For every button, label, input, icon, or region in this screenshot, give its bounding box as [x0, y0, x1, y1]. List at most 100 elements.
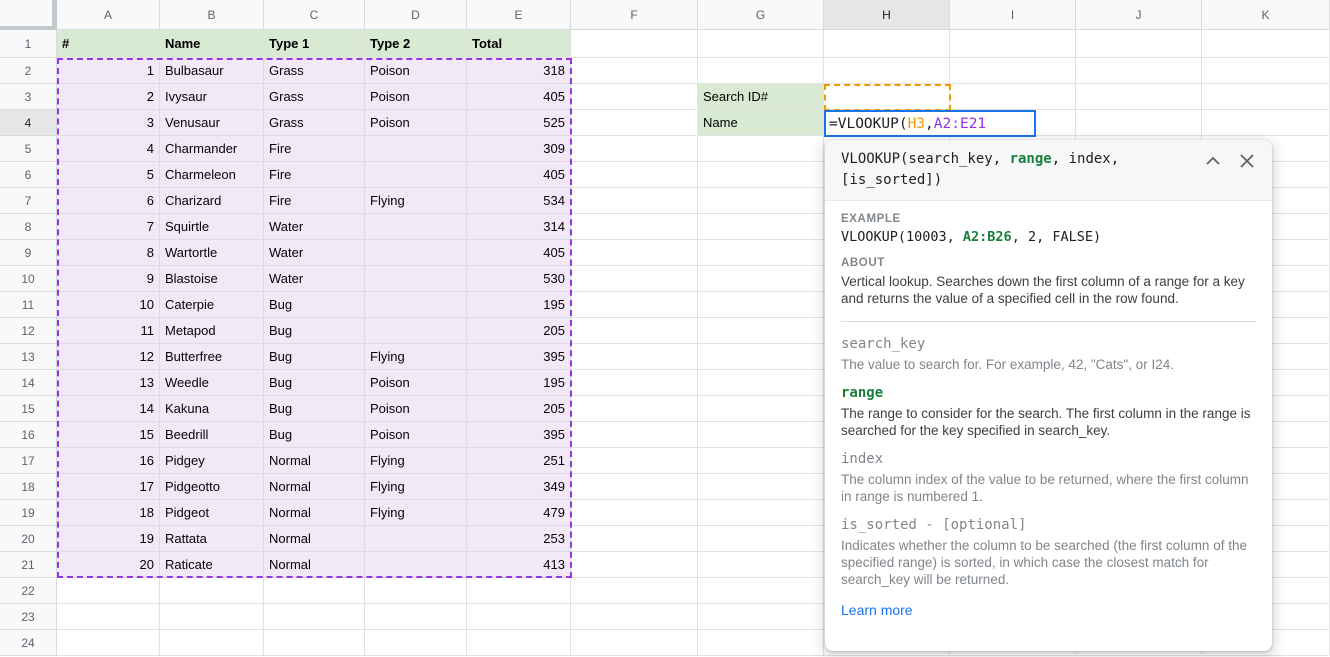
column-header-C[interactable]: C	[264, 0, 365, 30]
cell-F24[interactable]	[571, 630, 698, 656]
column-header-H[interactable]: H	[824, 0, 950, 30]
cell-J4[interactable]	[1076, 110, 1202, 136]
cell-C10[interactable]: Water	[264, 266, 365, 292]
cell-A12[interactable]: 11	[57, 318, 160, 344]
cell-J3[interactable]	[1076, 84, 1202, 110]
cell-B3[interactable]: Ivysaur	[160, 84, 264, 110]
row-header-19[interactable]: 19	[0, 500, 57, 526]
cell-F18[interactable]	[571, 474, 698, 500]
cell-E24[interactable]	[467, 630, 571, 656]
cell-D10[interactable]	[365, 266, 467, 292]
cell-D19[interactable]: Flying	[365, 500, 467, 526]
cell-D22[interactable]	[365, 578, 467, 604]
cell-F8[interactable]	[571, 214, 698, 240]
cell-A5[interactable]: 4	[57, 136, 160, 162]
cell-C9[interactable]: Water	[264, 240, 365, 266]
cell-G13[interactable]	[698, 344, 824, 370]
select-all-corner[interactable]	[0, 0, 57, 30]
cell-A22[interactable]	[57, 578, 160, 604]
cell-D21[interactable]	[365, 552, 467, 578]
cell-F16[interactable]	[571, 422, 698, 448]
formula-editor[interactable]: =VLOOKUP(H3, A2:E21	[824, 110, 1036, 137]
cell-A2[interactable]: 1	[57, 58, 160, 84]
cell-F6[interactable]	[571, 162, 698, 188]
cell-A10[interactable]: 9	[57, 266, 160, 292]
cell-G14[interactable]	[698, 370, 824, 396]
row-header-7[interactable]: 7	[0, 188, 57, 214]
cell-F23[interactable]	[571, 604, 698, 630]
cell-G3[interactable]: Search ID#	[698, 84, 824, 110]
cell-H3[interactable]	[824, 84, 950, 110]
cell-D11[interactable]	[365, 292, 467, 318]
cell-E17[interactable]: 251	[467, 448, 571, 474]
cell-E7[interactable]: 534	[467, 188, 571, 214]
cell-G20[interactable]	[698, 526, 824, 552]
column-header-K[interactable]: K	[1202, 0, 1330, 30]
cell-G18[interactable]	[698, 474, 824, 500]
cell-C24[interactable]	[264, 630, 365, 656]
cell-E10[interactable]: 530	[467, 266, 571, 292]
row-header-13[interactable]: 13	[0, 344, 57, 370]
cell-C1[interactable]: Type 1	[264, 30, 365, 58]
cell-C18[interactable]: Normal	[264, 474, 365, 500]
cell-C22[interactable]	[264, 578, 365, 604]
cell-B11[interactable]: Caterpie	[160, 292, 264, 318]
cell-C15[interactable]: Bug	[264, 396, 365, 422]
cell-E15[interactable]: 205	[467, 396, 571, 422]
cell-A23[interactable]	[57, 604, 160, 630]
cell-F15[interactable]	[571, 396, 698, 422]
cell-A15[interactable]: 14	[57, 396, 160, 422]
cell-G5[interactable]	[698, 136, 824, 162]
cell-E4[interactable]: 525	[467, 110, 571, 136]
cell-E5[interactable]: 309	[467, 136, 571, 162]
cell-A18[interactable]: 17	[57, 474, 160, 500]
cell-F9[interactable]	[571, 240, 698, 266]
cell-B8[interactable]: Squirtle	[160, 214, 264, 240]
cell-E18[interactable]: 349	[467, 474, 571, 500]
cell-G6[interactable]	[698, 162, 824, 188]
cell-C6[interactable]: Fire	[264, 162, 365, 188]
row-header-5[interactable]: 5	[0, 136, 57, 162]
row-header-21[interactable]: 21	[0, 552, 57, 578]
row-header-3[interactable]: 3	[0, 84, 57, 110]
cell-A13[interactable]: 12	[57, 344, 160, 370]
row-header-15[interactable]: 15	[0, 396, 57, 422]
cell-F13[interactable]	[571, 344, 698, 370]
cell-E13[interactable]: 395	[467, 344, 571, 370]
cell-G7[interactable]	[698, 188, 824, 214]
row-header-18[interactable]: 18	[0, 474, 57, 500]
cell-C21[interactable]: Normal	[264, 552, 365, 578]
column-header-F[interactable]: F	[571, 0, 698, 30]
cell-F21[interactable]	[571, 552, 698, 578]
cell-G22[interactable]	[698, 578, 824, 604]
cell-C14[interactable]: Bug	[264, 370, 365, 396]
cell-D3[interactable]: Poison	[365, 84, 467, 110]
cell-B9[interactable]: Wartortle	[160, 240, 264, 266]
cell-C5[interactable]: Fire	[264, 136, 365, 162]
cell-G12[interactable]	[698, 318, 824, 344]
cell-C19[interactable]: Normal	[264, 500, 365, 526]
cell-A8[interactable]: 7	[57, 214, 160, 240]
cell-E11[interactable]: 195	[467, 292, 571, 318]
cell-F7[interactable]	[571, 188, 698, 214]
row-header-4[interactable]: 4	[0, 110, 57, 136]
cell-I2[interactable]	[950, 58, 1076, 84]
cell-A16[interactable]: 15	[57, 422, 160, 448]
cell-A6[interactable]: 5	[57, 162, 160, 188]
cell-A7[interactable]: 6	[57, 188, 160, 214]
cell-A11[interactable]: 10	[57, 292, 160, 318]
cell-D7[interactable]: Flying	[365, 188, 467, 214]
cell-I3[interactable]	[950, 84, 1076, 110]
cell-E3[interactable]: 405	[467, 84, 571, 110]
cell-F3[interactable]	[571, 84, 698, 110]
cell-D15[interactable]: Poison	[365, 396, 467, 422]
cell-B18[interactable]: Pidgeotto	[160, 474, 264, 500]
cell-K3[interactable]	[1202, 84, 1330, 110]
cell-D12[interactable]	[365, 318, 467, 344]
cell-K4[interactable]	[1202, 110, 1330, 136]
cell-D6[interactable]	[365, 162, 467, 188]
cell-B4[interactable]: Venusaur	[160, 110, 264, 136]
cell-C4[interactable]: Grass	[264, 110, 365, 136]
cell-B1[interactable]: Name	[160, 30, 264, 58]
cell-F14[interactable]	[571, 370, 698, 396]
